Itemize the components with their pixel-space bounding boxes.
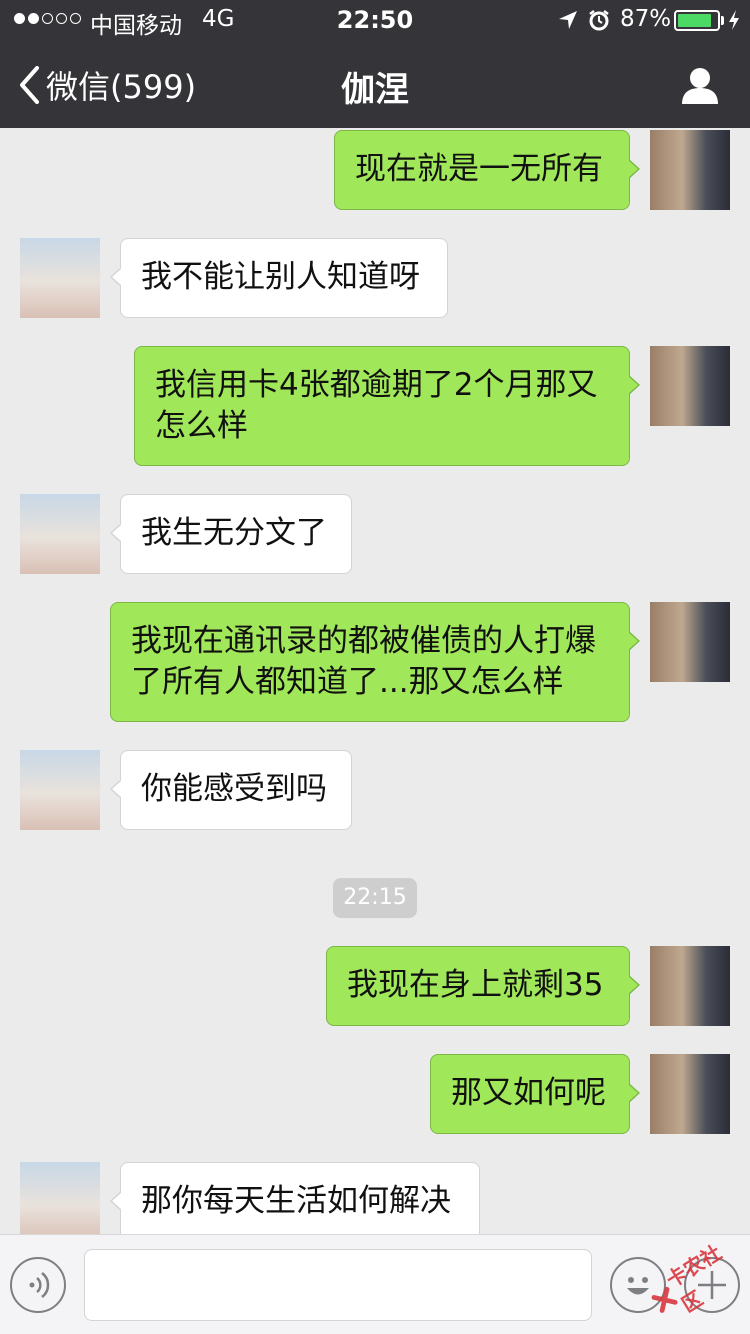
location-arrow-icon (559, 11, 577, 29)
my-avatar[interactable] (650, 946, 730, 1026)
outgoing-bubble[interactable]: 我现在通讯录的都被催债的人打爆 了所有人都知道了...那又怎么样 (110, 602, 640, 722)
outgoing-bubble[interactable]: 现在就是一无所有 (334, 130, 640, 210)
contact-avatar[interactable] (20, 1162, 100, 1242)
message-text-line: 我现在通讯录的都被催债的人打爆 (131, 623, 596, 659)
time-divider: 22:15 (333, 878, 417, 918)
contact-avatar[interactable] (20, 494, 100, 574)
message-text-line: 了所有人都知道了...那又怎么样 (131, 664, 564, 700)
message-text: 那你每天生活如何解决 (141, 1183, 451, 1219)
incoming-bubble[interactable]: 那你每天生活如何解决 (110, 1162, 480, 1242)
message-text: 你能感受到吗 (141, 771, 327, 807)
incoming-bubble[interactable]: 我生无分文了 (110, 494, 352, 574)
contact-avatar[interactable] (20, 750, 100, 830)
battery-icon (674, 10, 720, 31)
message-text: 我不能让别人知道呀 (141, 259, 420, 295)
my-avatar[interactable] (650, 1054, 730, 1134)
message-text: 我现在身上就剩35 (347, 967, 604, 1003)
chat-title: 伽涅 (341, 70, 409, 110)
input-bar (0, 1234, 750, 1334)
battery-percent: 87% (620, 6, 672, 32)
message-text-line: 我信用卡4张都逾期了2个月那又 (155, 367, 598, 403)
message-text: 那又如何呢 (451, 1075, 606, 1111)
outgoing-bubble[interactable]: 我信用卡4张都逾期了2个月那又 怎么样 (134, 346, 640, 466)
message-text-line: 怎么样 (155, 408, 248, 444)
my-avatar[interactable] (650, 602, 730, 682)
my-avatar[interactable] (650, 130, 730, 210)
outgoing-bubble[interactable]: 我现在身上就剩35 (326, 946, 640, 1026)
message-text: 现在就是一无所有 (355, 151, 603, 187)
header: 中国移动 4G 22:50 87% 微信(599) 伽涅 (0, 0, 750, 128)
incoming-bubble[interactable]: 你能感受到吗 (110, 750, 352, 830)
charging-bolt-icon (729, 10, 739, 30)
voice-button[interactable] (10, 1257, 66, 1313)
status-bar: 中国移动 4G 22:50 87% (0, 0, 750, 40)
alarm-clock-icon (589, 10, 609, 31)
person-icon[interactable] (680, 66, 720, 106)
my-avatar[interactable] (650, 346, 730, 426)
voice-icon (29, 1272, 50, 1298)
contact-avatar[interactable] (20, 238, 100, 318)
incoming-bubble[interactable]: 我不能让别人知道呀 (110, 238, 448, 318)
message-text: 我生无分文了 (141, 515, 327, 551)
message-input[interactable] (84, 1249, 592, 1321)
outgoing-bubble[interactable]: 那又如何呢 (430, 1054, 640, 1134)
